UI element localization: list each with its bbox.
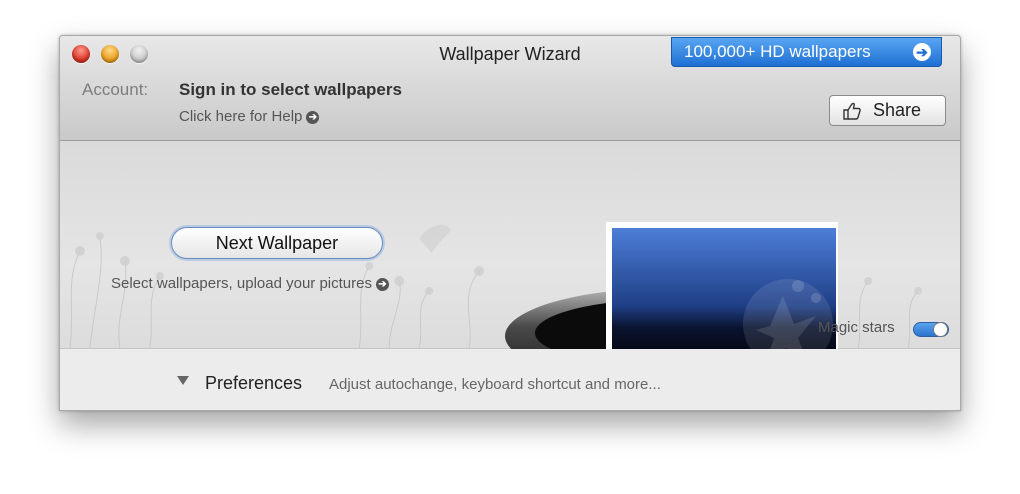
hd-wallpapers-button[interactable]: 100,000+ HD wallpapers ➔ bbox=[671, 37, 942, 67]
app-window: Wallpaper Wizard 100,000+ HD wallpapers … bbox=[59, 35, 961, 411]
help-link-label: Click here for Help bbox=[179, 108, 303, 125]
wallpaper-panel: Next Wallpaper Select wallpapers, upload… bbox=[60, 141, 960, 410]
upload-pictures-label: Select wallpapers, upload your pictures bbox=[111, 275, 372, 292]
upload-pictures-link[interactable]: Select wallpapers, upload your pictures ➔ bbox=[111, 275, 389, 292]
help-link[interactable]: Click here for Help ➔ bbox=[179, 108, 320, 125]
title-bar: Wallpaper Wizard 100,000+ HD wallpapers … bbox=[60, 36, 960, 141]
hd-wallpapers-label: 100,000+ HD wallpapers bbox=[684, 42, 871, 61]
preferences-toggle[interactable]: Preferences bbox=[205, 373, 302, 394]
account-label: Account: bbox=[82, 80, 149, 99]
next-wallpaper-button[interactable]: Next Wallpaper bbox=[171, 227, 383, 259]
share-label: Share bbox=[873, 100, 922, 120]
thumbs-up-icon bbox=[843, 102, 861, 120]
arrow-right-circle-icon: ➔ bbox=[306, 111, 320, 124]
arrow-right-circle-icon: ➔ bbox=[375, 278, 389, 291]
toggle-knob bbox=[933, 322, 948, 337]
share-button[interactable]: Share bbox=[829, 95, 946, 126]
magic-stars-toggle[interactable] bbox=[913, 322, 949, 337]
preferences-description: Adjust autochange, keyboard shortcut and… bbox=[329, 376, 661, 393]
disclosure-triangle-icon[interactable] bbox=[177, 376, 189, 385]
preferences-bar: Preferences Adjust autochange, keyboard … bbox=[60, 349, 960, 410]
magic-stars-label: Magic stars bbox=[818, 319, 895, 336]
arrow-right-circle-icon: ➔ bbox=[913, 43, 931, 61]
sign-in-link[interactable]: Sign in to select wallpapers bbox=[179, 80, 402, 100]
